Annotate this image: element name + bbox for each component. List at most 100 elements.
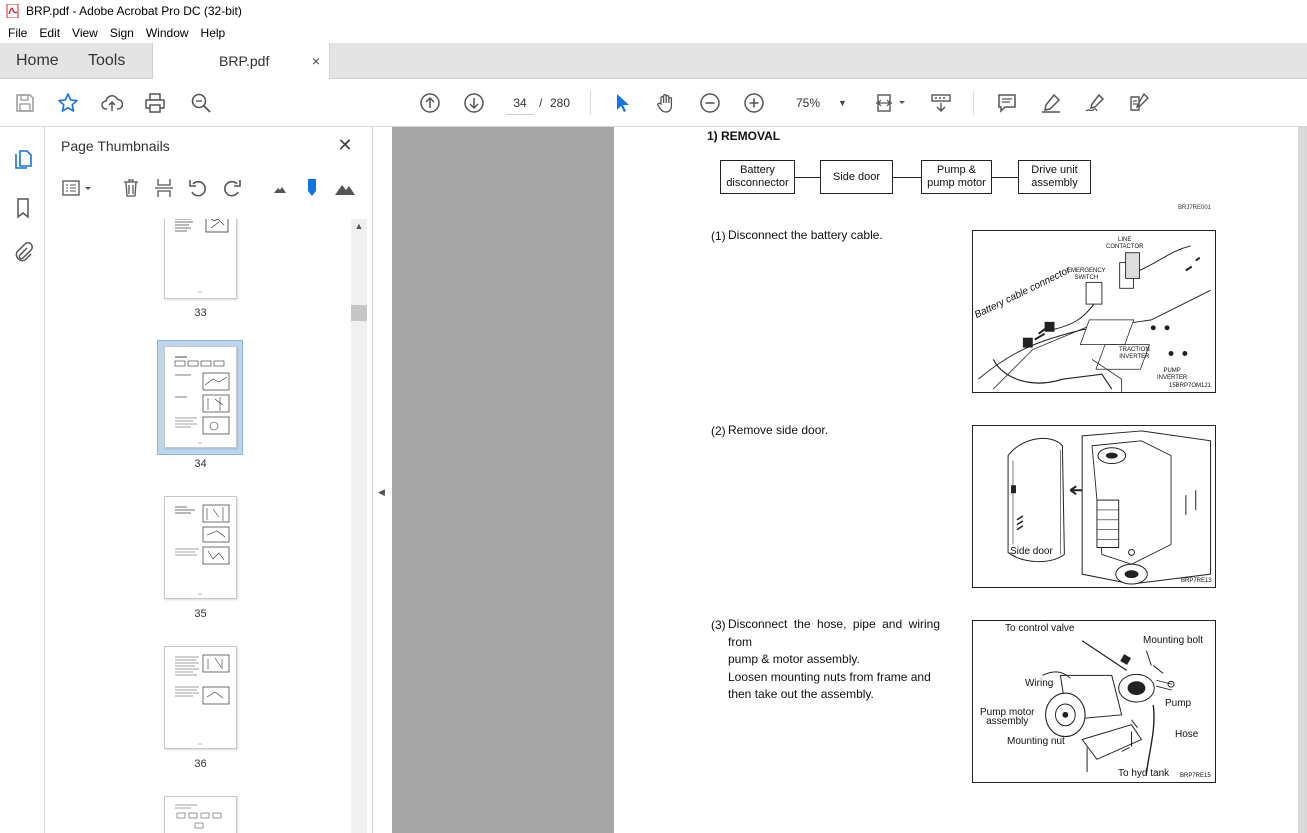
attachments-rail-button[interactable] bbox=[11, 240, 35, 264]
figure-label: To hyd tank bbox=[1118, 768, 1170, 779]
delete-pages-button[interactable] bbox=[120, 177, 142, 199]
thumbnail-scrollbar-thumb[interactable] bbox=[351, 305, 367, 321]
menu-help[interactable]: Help bbox=[195, 26, 232, 40]
section-heading: 1) REMOVAL bbox=[707, 129, 781, 143]
thumbnail-options-button[interactable] bbox=[61, 177, 95, 199]
flow-connector bbox=[992, 177, 1018, 178]
flow-step-pump: Pump & pump motor bbox=[921, 160, 992, 194]
tab-bar: Home Tools BRP.pdf × bbox=[0, 43, 1307, 80]
thumbnail-page-35[interactable] bbox=[164, 496, 237, 599]
collapse-panel-icon[interactable]: ◀ bbox=[378, 487, 385, 498]
thumbnail-label: 35 bbox=[194, 608, 207, 620]
thumbnail-page-37[interactable] bbox=[164, 796, 237, 833]
page-number-input[interactable] bbox=[506, 91, 534, 115]
page-thumbnails-panel: Page Thumbnails ✕ 33 34 35 36 ▲ bbox=[45, 127, 373, 833]
tab-tools[interactable]: Tools bbox=[88, 43, 125, 79]
menu-view[interactable]: View bbox=[66, 26, 104, 40]
fit-page-button[interactable] bbox=[874, 91, 908, 115]
paperclip-icon bbox=[15, 242, 33, 262]
document-tab-label: BRP.pdf bbox=[219, 53, 270, 69]
figure-label: Pump motor assembly bbox=[980, 708, 1034, 727]
rotate-left-icon bbox=[189, 180, 206, 197]
figure-label: TRACTION INVERTER bbox=[1119, 347, 1150, 361]
flow-step-drive-unit: Drive unit assembly bbox=[1018, 160, 1091, 194]
zoom-out-button[interactable] bbox=[698, 91, 722, 115]
thumbnail-label: 36 bbox=[194, 758, 207, 770]
rotate-right-button[interactable] bbox=[221, 177, 243, 199]
upload-button[interactable] bbox=[100, 91, 124, 115]
page-up-icon bbox=[420, 93, 440, 113]
side-door-illustration bbox=[1007, 430, 1212, 585]
edit-pdf-button[interactable] bbox=[1127, 91, 1151, 115]
panel-splitter[interactable]: ◀ bbox=[373, 127, 392, 833]
previous-page-button[interactable] bbox=[418, 91, 442, 115]
sign-icon bbox=[1085, 93, 1105, 112]
flow-step-side-door: Side door bbox=[820, 160, 893, 194]
figure-label-text: INVERTER bbox=[1119, 354, 1150, 360]
figure-label-text: TRACTION bbox=[1119, 347, 1150, 353]
figure-label: LINE CONTACTOR bbox=[1106, 237, 1143, 251]
sign-button[interactable] bbox=[1083, 91, 1107, 115]
find-button[interactable] bbox=[189, 91, 213, 115]
flow-step-battery: Battery disconnector bbox=[720, 160, 795, 194]
flow-step-line: Drive unit bbox=[1031, 164, 1078, 176]
print-button[interactable] bbox=[143, 91, 167, 115]
toolbar-divider bbox=[973, 91, 974, 115]
figure-label: Mounting nut bbox=[1007, 736, 1065, 747]
tab-home[interactable]: Home bbox=[16, 43, 59, 79]
figure-label: PUMP INVERTER bbox=[1157, 368, 1187, 382]
step-number: (1) bbox=[711, 229, 726, 243]
figure-label: EMERGENCY SWITCH bbox=[1067, 268, 1106, 282]
page-thumbnails-rail-button[interactable] bbox=[11, 148, 35, 172]
bookmark-star-button[interactable] bbox=[56, 91, 80, 115]
figure-label-text: CONTACTOR bbox=[1106, 244, 1144, 250]
large-mountain-icon bbox=[335, 185, 355, 195]
close-tab-button[interactable]: × bbox=[309, 54, 323, 68]
step-text-line: Disconnect the hose, pipe and wiring fro… bbox=[728, 617, 940, 649]
bookmarks-rail-button[interactable] bbox=[11, 196, 35, 220]
tab-document[interactable]: BRP.pdf × bbox=[152, 43, 330, 80]
chevron-up-icon[interactable]: ▲ bbox=[351, 221, 367, 235]
small-mountain-icon bbox=[274, 187, 286, 193]
step-text-line: then take out the assembly. bbox=[728, 687, 874, 701]
zoom-select[interactable]: 75% ▼ bbox=[790, 91, 852, 115]
menu-edit[interactable]: Edit bbox=[33, 26, 66, 40]
highlight-button[interactable] bbox=[1039, 91, 1063, 115]
slider-marker-icon bbox=[308, 179, 316, 196]
document-viewer[interactable]: 1) REMOVAL Battery disconnector Side door… bbox=[392, 127, 1307, 833]
menu-file[interactable]: File bbox=[2, 26, 33, 40]
figure-label-text: assembly bbox=[986, 716, 1029, 727]
thumbnail-size-slider[interactable] bbox=[301, 177, 323, 199]
rotate-left-button[interactable] bbox=[187, 177, 209, 199]
larger-thumbnails-button[interactable] bbox=[334, 177, 356, 199]
menu-sign[interactable]: Sign bbox=[104, 26, 140, 40]
figure-code: BRP7RE15 bbox=[1180, 773, 1211, 779]
thumbnail-list: 33 34 35 36 bbox=[45, 219, 349, 833]
hand-tool-button[interactable] bbox=[654, 91, 678, 115]
comment-button[interactable] bbox=[995, 91, 1019, 115]
menu-window[interactable]: Window bbox=[140, 26, 195, 40]
thumbnail-page-34[interactable] bbox=[164, 346, 237, 448]
comment-icon bbox=[998, 94, 1016, 113]
flow-step-line: Side door bbox=[832, 170, 881, 183]
thumbnail-page-36[interactable] bbox=[164, 646, 237, 749]
select-tool-button[interactable] bbox=[610, 91, 634, 115]
next-page-button[interactable] bbox=[462, 91, 486, 115]
pdf-page: 1) REMOVAL Battery disconnector Side door… bbox=[614, 127, 1298, 833]
zoom-in-button[interactable] bbox=[742, 91, 766, 115]
upload-icon bbox=[101, 95, 123, 111]
step-text-line: Loosen mounting nuts from frame and bbox=[728, 669, 931, 684]
extract-pages-button[interactable] bbox=[153, 177, 175, 199]
scroll-mode-button[interactable] bbox=[929, 91, 953, 115]
hand-icon bbox=[657, 94, 673, 113]
thumbnail-page-33[interactable] bbox=[164, 219, 237, 299]
save-button[interactable] bbox=[13, 91, 37, 115]
close-panel-button[interactable]: ✕ bbox=[336, 136, 354, 154]
figure-code: BRJ7RE001 bbox=[1178, 205, 1212, 211]
document-scrollbar[interactable] bbox=[1298, 127, 1307, 833]
figure-label: To control valve bbox=[1005, 623, 1075, 634]
flow-connector bbox=[893, 177, 921, 178]
figure-label-text: SWITCH bbox=[1074, 275, 1099, 281]
smaller-thumbnails-button[interactable] bbox=[269, 177, 291, 199]
star-icon bbox=[58, 93, 78, 112]
